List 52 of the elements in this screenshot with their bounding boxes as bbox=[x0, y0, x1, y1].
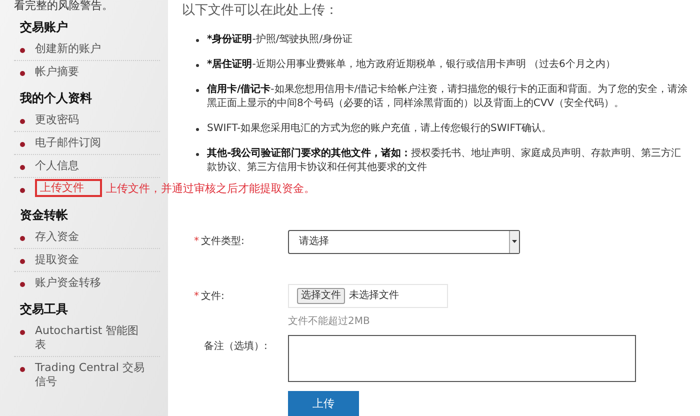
document-description: *居住证明-近期公用事业费账单，地方政府近期税单，银行或信用卡声明 （过去6个月之内） bbox=[207, 58, 616, 72]
section-heading: 交易工具 bbox=[19, 301, 69, 318]
bullet-icon bbox=[20, 142, 25, 147]
bullet-icon bbox=[196, 64, 199, 66]
page-title: 以下文件可以在此处上传： bbox=[182, 2, 339, 20]
sidebar-link[interactable]: 提取资金 bbox=[35, 253, 79, 267]
sidebar-link[interactable]: 存入资金 bbox=[35, 230, 79, 244]
document-description: 信用卡/借记卡-如果您想用信用卡/借记卡给帐户注资，请扫描您的银行卡的正面和背面。为了您的安全，请涂黑正面上显示的中间8个号码（必要的话，同样涂黑背面的）以及背面上的CVV（安全代码）。 bbox=[207, 82, 688, 110]
bullet-icon bbox=[196, 88, 199, 92]
sidebar-link[interactable]: 创建新的账户 bbox=[35, 42, 101, 56]
sidebar-link[interactable]: 账户资金转移 bbox=[35, 276, 101, 290]
required-mark: * bbox=[194, 236, 199, 246]
file-status: 未选择文件 bbox=[349, 288, 399, 303]
document-description: *身份证明-护照/驾驶执照/身份证 bbox=[207, 32, 353, 46]
field-label: 文件类型: bbox=[201, 236, 244, 246]
section-heading: 我的个人资料 bbox=[18, 90, 93, 107]
bullet-icon bbox=[20, 48, 25, 53]
warning-text: 看完整的风险警告。 bbox=[14, 0, 114, 12]
sidebar-link[interactable]: 电子邮件订阅 bbox=[35, 136, 101, 150]
sidebar-link[interactable]: 上传文件 bbox=[35, 179, 102, 197]
sidebar-link[interactable]: 帐户摘要 bbox=[35, 65, 79, 79]
sidebar-link[interactable]: Autochartist 智能图表 bbox=[35, 324, 146, 352]
bullet-icon bbox=[20, 165, 25, 170]
field-label: 备注（选填）: bbox=[204, 340, 268, 352]
bullet-icon bbox=[20, 259, 25, 264]
section-heading: 交易账户 bbox=[19, 19, 69, 36]
bullet-icon bbox=[20, 71, 25, 76]
required-mark: * bbox=[194, 290, 199, 302]
file-type-select[interactable]: 请选择 bbox=[288, 230, 520, 254]
bullet-icon bbox=[20, 282, 25, 287]
bullet-icon bbox=[20, 367, 25, 372]
bullet-icon bbox=[20, 330, 25, 335]
sidebar-link[interactable]: 更改密码 bbox=[35, 113, 79, 127]
caret-icon bbox=[512, 240, 517, 243]
bullet-icon bbox=[196, 128, 199, 130]
field-label: 文件: bbox=[201, 290, 224, 302]
sidebar-link[interactable]: Trading Central 交易信号 bbox=[35, 361, 146, 389]
file-input[interactable]: 选择文件 未选择文件 bbox=[288, 284, 448, 308]
annotation-text: 上传文件，并通过审核之后才能提取资金。 bbox=[106, 182, 315, 196]
bullet-icon bbox=[196, 152, 199, 156]
upload-button[interactable]: 上传 bbox=[288, 390, 359, 416]
bullet-icon bbox=[196, 38, 199, 42]
document-description: SWIFT-如果您采用电汇的方式为您的账户充值，请上传您银行的SWIFT确认。 bbox=[207, 122, 552, 136]
choose-file-button[interactable]: 选择文件 bbox=[297, 288, 345, 304]
note-field[interactable] bbox=[288, 334, 636, 382]
bullet-icon bbox=[20, 236, 25, 241]
sidebar-link[interactable]: 个人信息 bbox=[35, 159, 79, 173]
section-heading: 资金转帐 bbox=[19, 207, 69, 224]
document-description: 其他-我公司验证部门要求的其他文件，诸如：授权委托书、地址声明、家庭成员声明、存款声明、第三方汇款协议、第三方信用卡协议和任何其他要求的文件 bbox=[207, 146, 682, 174]
bullet-icon bbox=[20, 119, 25, 124]
bullet-icon bbox=[20, 188, 25, 193]
size-hint: 文件不能超过2MB bbox=[288, 314, 371, 328]
